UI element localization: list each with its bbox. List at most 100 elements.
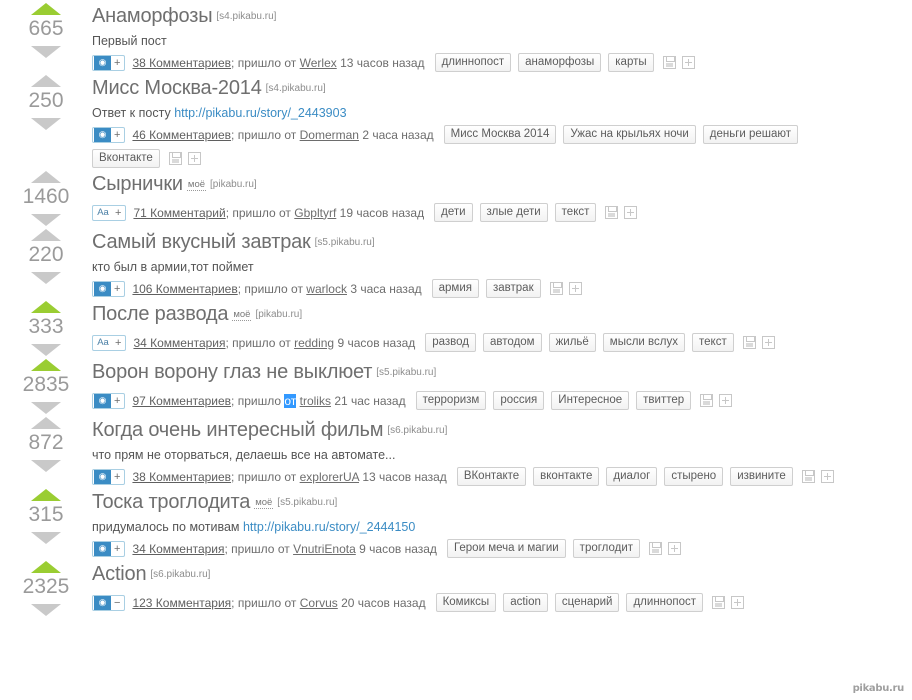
save-icon[interactable]: [700, 394, 714, 407]
save-icon[interactable]: [742, 336, 756, 349]
comments-link[interactable]: 34 Комментария: [132, 542, 224, 556]
plus-icon[interactable]: +: [113, 335, 125, 351]
tag[interactable]: action: [503, 593, 548, 612]
add-to-box-icon[interactable]: [624, 206, 638, 219]
arrow-up-icon[interactable]: [31, 75, 61, 87]
plus-icon[interactable]: +: [112, 127, 124, 143]
story-title[interactable]: Когда очень интересный фильм: [92, 419, 384, 441]
plus-icon[interactable]: +: [112, 281, 124, 297]
story-title[interactable]: Тоска троглодита: [92, 491, 250, 513]
add-to-box-icon[interactable]: [719, 394, 733, 407]
author-link[interactable]: VnutriEnota: [293, 542, 356, 556]
tag[interactable]: россия: [493, 391, 545, 410]
photo-post-badge[interactable]: ◉ +: [92, 540, 126, 557]
photo-post-badge[interactable]: ◉ +: [92, 392, 126, 409]
arrow-down-icon[interactable]: [31, 214, 61, 226]
story-title[interactable]: Ворон ворону глаз не выклюет: [92, 361, 372, 383]
arrow-down-icon[interactable]: [31, 402, 61, 414]
author-link[interactable]: Domerman: [300, 128, 359, 142]
photo-post-badge[interactable]: ◉ +: [92, 126, 126, 143]
arrow-up-icon[interactable]: [31, 561, 61, 573]
tag[interactable]: Герои меча и магии: [446, 539, 566, 558]
arrow-up-icon[interactable]: [31, 171, 61, 183]
tag[interactable]: длиннопост: [434, 53, 512, 72]
story-title[interactable]: Анаморфозы: [92, 5, 213, 27]
tag[interactable]: карты: [608, 53, 654, 72]
author-link[interactable]: Werlex: [300, 56, 337, 70]
author-link[interactable]: redding: [294, 336, 334, 350]
comments-link[interactable]: 38 Комментариев: [132, 56, 231, 70]
tag[interactable]: Ужас на крыльях ночи: [563, 125, 696, 144]
story-title[interactable]: После развода: [92, 303, 229, 325]
comments-link[interactable]: 123 Комментария: [132, 596, 231, 610]
comments-link[interactable]: 71 Комментарий: [133, 206, 225, 220]
arrow-up-icon[interactable]: [31, 229, 61, 241]
arrow-down-icon[interactable]: [31, 344, 61, 356]
plus-icon[interactable]: +: [112, 393, 124, 409]
author-link[interactable]: explorerUA: [300, 470, 359, 484]
tag[interactable]: развод: [425, 333, 477, 352]
tag[interactable]: Интересное: [551, 391, 630, 410]
tag[interactable]: твиттер: [636, 391, 692, 410]
save-icon[interactable]: [549, 282, 563, 295]
save-icon[interactable]: [801, 470, 815, 483]
arrow-down-icon[interactable]: [31, 272, 61, 284]
save-icon[interactable]: [649, 542, 663, 555]
author-link[interactable]: troliks: [300, 394, 331, 408]
tag[interactable]: ВКонтакте: [456, 467, 527, 486]
description-link[interactable]: http://pikabu.ru/story/_2444150: [243, 520, 415, 534]
plus-icon[interactable]: +: [112, 469, 124, 485]
tag[interactable]: Мисс Москва 2014: [443, 125, 557, 144]
comments-link[interactable]: 97 Комментариев: [132, 394, 231, 408]
tag[interactable]: завтрак: [485, 279, 541, 298]
author-link[interactable]: warlock: [306, 282, 347, 296]
comments-link[interactable]: 106 Комментариев: [132, 282, 237, 296]
comments-link[interactable]: 34 Комментария: [133, 336, 225, 350]
tag[interactable]: Комиксы: [435, 593, 497, 612]
tag[interactable]: автодом: [483, 333, 542, 352]
tag[interactable]: стырено: [664, 467, 724, 486]
photo-post-badge[interactable]: ◉ +: [92, 280, 126, 297]
tag[interactable]: троглодит: [572, 539, 641, 558]
tag[interactable]: деньги решают: [702, 125, 799, 144]
arrow-up-icon[interactable]: [31, 417, 61, 429]
add-to-box-icon[interactable]: [731, 596, 745, 609]
photo-post-badge[interactable]: ◉ +: [92, 468, 126, 485]
tag[interactable]: злые дети: [479, 203, 548, 222]
tag[interactable]: терроризм: [415, 391, 487, 410]
plus-icon[interactable]: +: [112, 55, 124, 71]
arrow-down-icon[interactable]: [31, 604, 61, 616]
photo-post-badge[interactable]: ◉ +: [92, 54, 126, 71]
story-title[interactable]: Сырнички: [92, 173, 183, 195]
comments-link[interactable]: 46 Комментариев: [132, 128, 231, 142]
tag[interactable]: мысли вслух: [602, 333, 685, 352]
save-icon[interactable]: [662, 56, 676, 69]
text-post-badge[interactable]: Aa +: [92, 334, 127, 351]
minus-icon[interactable]: −: [112, 595, 124, 611]
tag[interactable]: сценарий: [554, 593, 620, 612]
add-to-box-icon[interactable]: [761, 336, 775, 349]
arrow-up-icon[interactable]: [31, 359, 61, 371]
story-title[interactable]: Мисс Москва-2014: [92, 77, 262, 99]
add-to-box-icon[interactable]: [568, 282, 582, 295]
description-link[interactable]: http://pikabu.ru/story/_2443903: [174, 106, 346, 120]
arrow-down-icon[interactable]: [31, 460, 61, 472]
tag[interactable]: текст: [554, 203, 597, 222]
arrow-up-icon[interactable]: [31, 301, 61, 313]
add-to-box-icon[interactable]: [668, 542, 682, 555]
plus-icon[interactable]: +: [113, 205, 125, 221]
tag[interactable]: вконтакте: [533, 467, 600, 486]
photo-post-badge[interactable]: ◉ −: [92, 594, 126, 611]
save-icon[interactable]: [168, 152, 182, 165]
tag[interactable]: анаморфозы: [518, 53, 602, 72]
arrow-up-icon[interactable]: [31, 3, 61, 15]
tag[interactable]: армия: [431, 279, 479, 298]
add-to-box-icon[interactable]: [681, 56, 695, 69]
tag[interactable]: текст: [692, 333, 734, 352]
tag[interactable]: диалог: [606, 467, 658, 486]
tag[interactable]: дети: [434, 203, 473, 222]
add-to-box-icon[interactable]: [187, 152, 201, 165]
plus-icon[interactable]: +: [112, 541, 124, 557]
tag[interactable]: извините: [730, 467, 793, 486]
tag[interactable]: жильё: [548, 333, 596, 352]
